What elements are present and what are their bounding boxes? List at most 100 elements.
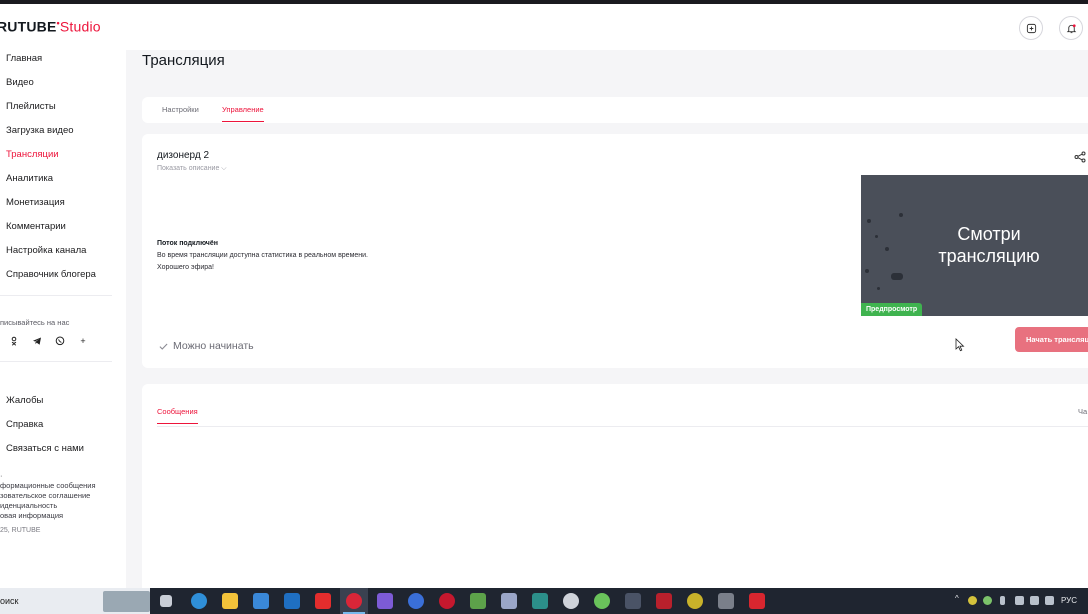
sidebar-divider <box>0 295 112 296</box>
more-socials-button[interactable]: + <box>76 334 90 348</box>
sidebar: Главная Видео Плейлисты Загрузка видео Т… <box>0 50 126 588</box>
language-indicator[interactable]: РУС <box>1061 596 1077 605</box>
game-app-icon[interactable] <box>377 593 393 609</box>
preview-speck <box>865 269 869 273</box>
plus-square-icon <box>1026 23 1036 33</box>
netflix-icon[interactable] <box>749 593 765 609</box>
viber-link[interactable] <box>53 334 67 348</box>
chat-tab-label[interactable]: Ча <box>1078 407 1087 416</box>
subscribe-label: писывайтесь на нас <box>0 318 70 327</box>
footer-link-info-messages[interactable]: формационные сообщения <box>0 481 96 490</box>
store-icon[interactable] <box>253 593 269 609</box>
check-icon <box>159 343 168 350</box>
tray-chevron-up-icon[interactable]: ^ <box>955 594 964 603</box>
yandex-browser-icon[interactable] <box>408 593 424 609</box>
tray-yellow-icon[interactable] <box>968 596 977 605</box>
taskbar-search-text: оиск <box>0 596 19 606</box>
footer-link-privacy[interactable]: иденциальность <box>0 501 57 510</box>
mouse-cursor-icon <box>955 338 965 352</box>
taskbar-search[interactable]: оиск <box>0 588 150 614</box>
preview-speck <box>877 287 880 290</box>
tray-volume-icon[interactable] <box>1045 596 1054 605</box>
stream-preview[interactable]: Смотри трансляцию <box>861 175 1088 316</box>
sidebar-item-contact[interactable]: Связаться с нами <box>6 443 84 454</box>
preview-speck <box>885 247 889 251</box>
stream-status-line-2: Хорошего эфира! <box>157 264 214 271</box>
odnoklassniki-link[interactable] <box>7 334 21 348</box>
sidebar-item-complaints[interactable]: Жалобы <box>6 395 43 406</box>
tray-app-icon[interactable] <box>1015 596 1024 605</box>
sidebar-item-comments[interactable]: Комментарии <box>6 221 66 232</box>
sidebar-item-home[interactable]: Главная <box>6 53 42 64</box>
footer-link-legal-info[interactable]: овая информация <box>0 511 63 520</box>
obs-icon[interactable] <box>563 593 579 609</box>
task-view-icon[interactable] <box>160 595 172 607</box>
minecraft-icon[interactable] <box>470 593 486 609</box>
taskbar: оиск ^ РУС <box>0 588 1088 614</box>
color-app-icon[interactable] <box>594 593 610 609</box>
bell-icon <box>1066 23 1076 33</box>
opera-icon[interactable] <box>343 593 365 614</box>
tab-settings[interactable]: Настройки <box>162 105 199 114</box>
preview-speck <box>899 213 903 217</box>
sidebar-item-channel-settings[interactable]: Настройка канала <box>6 245 86 256</box>
teal-app-icon[interactable] <box>532 593 548 609</box>
stream-title: дизонерд 2 <box>157 150 210 161</box>
create-button[interactable] <box>1019 16 1043 40</box>
rutube-studio-logo[interactable]: RUTUBE•Studio <box>0 18 101 35</box>
preview-speck <box>875 235 878 238</box>
stream-status-title: Поток подключён <box>157 240 218 247</box>
red-app-icon[interactable] <box>656 593 672 609</box>
crystal-app-icon[interactable] <box>501 593 517 609</box>
show-description-toggle[interactable]: Показать описание ⌵ <box>157 165 227 173</box>
telegram-icon <box>33 337 41 345</box>
tab-management[interactable]: Управление <box>222 105 264 122</box>
ready-text: Можно начинать <box>173 340 254 352</box>
yandex-icon[interactable] <box>315 593 331 609</box>
messages-card: Сообщения Ча <box>142 384 1088 588</box>
tabs-bar: Настройки Управление <box>142 97 1088 123</box>
edge-icon[interactable] <box>191 593 207 609</box>
tray-network-icon[interactable] <box>1030 596 1039 605</box>
preview-text: Смотри трансляцию <box>938 224 1040 266</box>
logo-main: RUTUBE <box>0 18 57 35</box>
tab-messages[interactable]: Сообщения <box>157 407 198 424</box>
header: RUTUBE•Studio <box>0 4 1088 50</box>
telegram-link[interactable] <box>30 334 44 348</box>
outlook-icon[interactable] <box>284 593 300 609</box>
viber-icon <box>55 336 65 346</box>
ready-status: Можно начинать <box>159 340 254 352</box>
gray-app-icon[interactable] <box>718 593 734 609</box>
yellow-app-icon[interactable] <box>687 593 703 609</box>
sidebar-item-upload[interactable]: Загрузка видео <box>6 125 74 136</box>
sidebar-divider-2 <box>0 361 112 362</box>
preview-speck <box>867 219 871 223</box>
page-title: Трансляция <box>142 52 225 69</box>
sidebar-item-streams[interactable]: Трансляции <box>6 149 59 160</box>
sidebar-item-help[interactable]: Справка <box>6 419 43 430</box>
sidebar-item-blogger-guide[interactable]: Справочник блогера <box>6 269 96 280</box>
messages-divider <box>157 426 1088 427</box>
stream-status-line-1: Во время трансляции доступна статистика … <box>157 252 368 259</box>
preview-badge: Предпросмотр <box>861 303 923 316</box>
preview-speck <box>891 273 903 280</box>
notifications-button[interactable] <box>1059 16 1083 40</box>
sidebar-item-video[interactable]: Видео <box>6 77 34 88</box>
opera-gx-icon[interactable] <box>439 593 455 609</box>
search-highlight-image <box>103 591 150 612</box>
odnoklassniki-icon <box>11 336 17 346</box>
dark-app-icon[interactable] <box>625 593 641 609</box>
footer-dot: · <box>0 471 3 480</box>
file-explorer-icon[interactable] <box>222 593 238 609</box>
footer-link-user-agreement[interactable]: зовательское соглашение <box>0 491 90 500</box>
share-icon <box>1074 151 1086 163</box>
sidebar-item-monetization[interactable]: Монетизация <box>6 197 65 208</box>
tray-mic-icon[interactable] <box>1000 596 1005 605</box>
start-stream-button[interactable]: Начать трансляцию <box>1015 327 1088 352</box>
sidebar-item-analytics[interactable]: Аналитика <box>6 173 53 184</box>
stream-card: дизонерд 2 Показать описание ⌵ Поток под… <box>142 134 1088 368</box>
copyright: 25, RUTUBE <box>0 527 41 534</box>
sidebar-item-playlists[interactable]: Плейлисты <box>6 101 56 112</box>
share-button[interactable] <box>1074 150 1088 164</box>
tray-green-icon[interactable] <box>983 596 992 605</box>
